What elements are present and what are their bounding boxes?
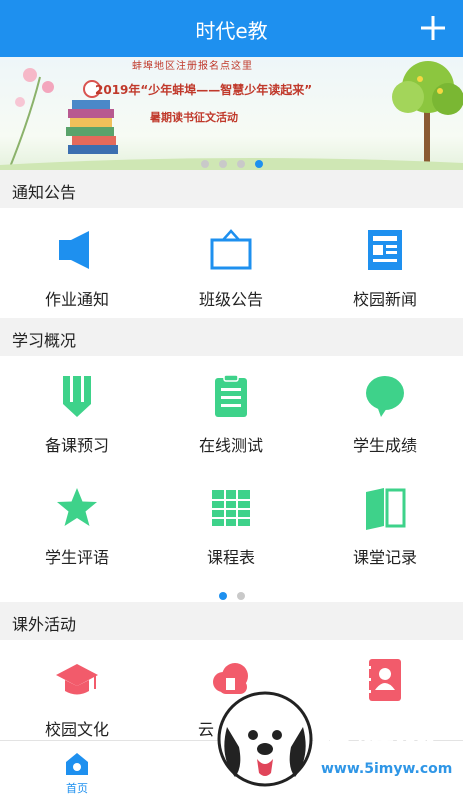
plus-icon[interactable] <box>421 16 445 40</box>
grid-item-label: 班级公告 <box>198 290 263 309</box>
grid-item-label: 课程表 <box>206 548 255 567</box>
watermark-url: www.5imyw.com <box>321 761 453 777</box>
banner-dot[interactable] <box>218 160 227 168</box>
banner-subtitle: 暑期读书征文活动 <box>150 111 238 124</box>
grid-item-label: 备课预习 <box>44 436 109 455</box>
grid-item-campus-news[interactable]: 校园新闻 <box>308 228 462 310</box>
grid-item-homework-notice[interactable]: 作业通知 <box>0 228 154 310</box>
board-icon <box>210 229 252 270</box>
grid-item-label: 校园新闻 <box>352 290 417 309</box>
grid-item-label: 学生成绩 <box>352 436 417 455</box>
banner-dot[interactable] <box>200 160 209 168</box>
grid-item-campus-culture[interactable]: 校园文化 <box>0 658 154 740</box>
newspaper-icon <box>368 230 402 270</box>
grid-item-label: 校园文化 <box>44 720 109 739</box>
star-icon <box>57 488 97 526</box>
section-header-activity: 课外活动 <box>0 602 463 640</box>
grid-item-online-test[interactable]: 在线测试 <box>154 374 308 456</box>
dog-logo-icon <box>217 691 313 787</box>
grid-item-student-grades[interactable]: 学生成绩 <box>308 374 462 456</box>
tab-home[interactable]: 首页 <box>0 741 154 796</box>
home-icon <box>66 753 88 775</box>
section-header-study: 学习概况 <box>0 318 463 356</box>
top-bar: 时代e教 <box>0 0 463 57</box>
banner-dot-active[interactable] <box>254 160 263 168</box>
grid-icon <box>212 490 250 526</box>
grid-item-label: 在线测试 <box>198 436 263 455</box>
section-title: 通知公告 <box>12 183 77 202</box>
banner-top-text: 蚌埠地区注册报名点这里 <box>132 61 253 72</box>
grid-item-class-record[interactable]: 课堂记录 <box>308 486 462 568</box>
banner-dot[interactable] <box>236 160 245 168</box>
book-icon <box>366 488 406 530</box>
section-title: 学习概况 <box>12 331 77 350</box>
section-header-notice: 通知公告 <box>0 170 463 208</box>
graduation-cap-icon <box>56 664 98 695</box>
tab-label: 首页 <box>66 782 88 795</box>
banner-page-indicator <box>0 153 463 170</box>
app-title: 时代e教 <box>195 19 268 43</box>
grid-item-label: 学生评语 <box>44 548 109 567</box>
grid-item-student-comments[interactable]: 学生评语 <box>0 486 154 568</box>
grid-item-label: 作业通知 <box>44 290 109 309</box>
banner-carousel[interactable]: 蚌埠地区注册报名点这里 2019年“少年蚌埠——智慧少年读起来” 暑期读书征文活… <box>0 57 463 170</box>
watermark-name: 萌游网 <box>310 716 437 764</box>
pencil-icon <box>63 376 91 417</box>
grid-item-label: 课堂记录 <box>352 548 417 567</box>
section-title: 课外活动 <box>12 615 77 634</box>
watermark: 萌游网 www.5imyw.com <box>215 685 463 800</box>
speaker-icon <box>59 231 89 269</box>
grid-item-timetable[interactable]: 课程表 <box>154 486 308 568</box>
grid-item-class-announcement[interactable]: 班级公告 <box>154 228 308 310</box>
banner-headline: 2019年“少年蚌埠——智慧少年读起来” <box>95 83 313 97</box>
grid-page-dot-active[interactable] <box>218 592 227 600</box>
clipboard-icon <box>215 374 247 417</box>
grid-item-lesson-preview[interactable]: 备课预习 <box>0 374 154 456</box>
grid-page-dot[interactable] <box>236 592 245 600</box>
chat-bubble-icon <box>366 376 404 417</box>
